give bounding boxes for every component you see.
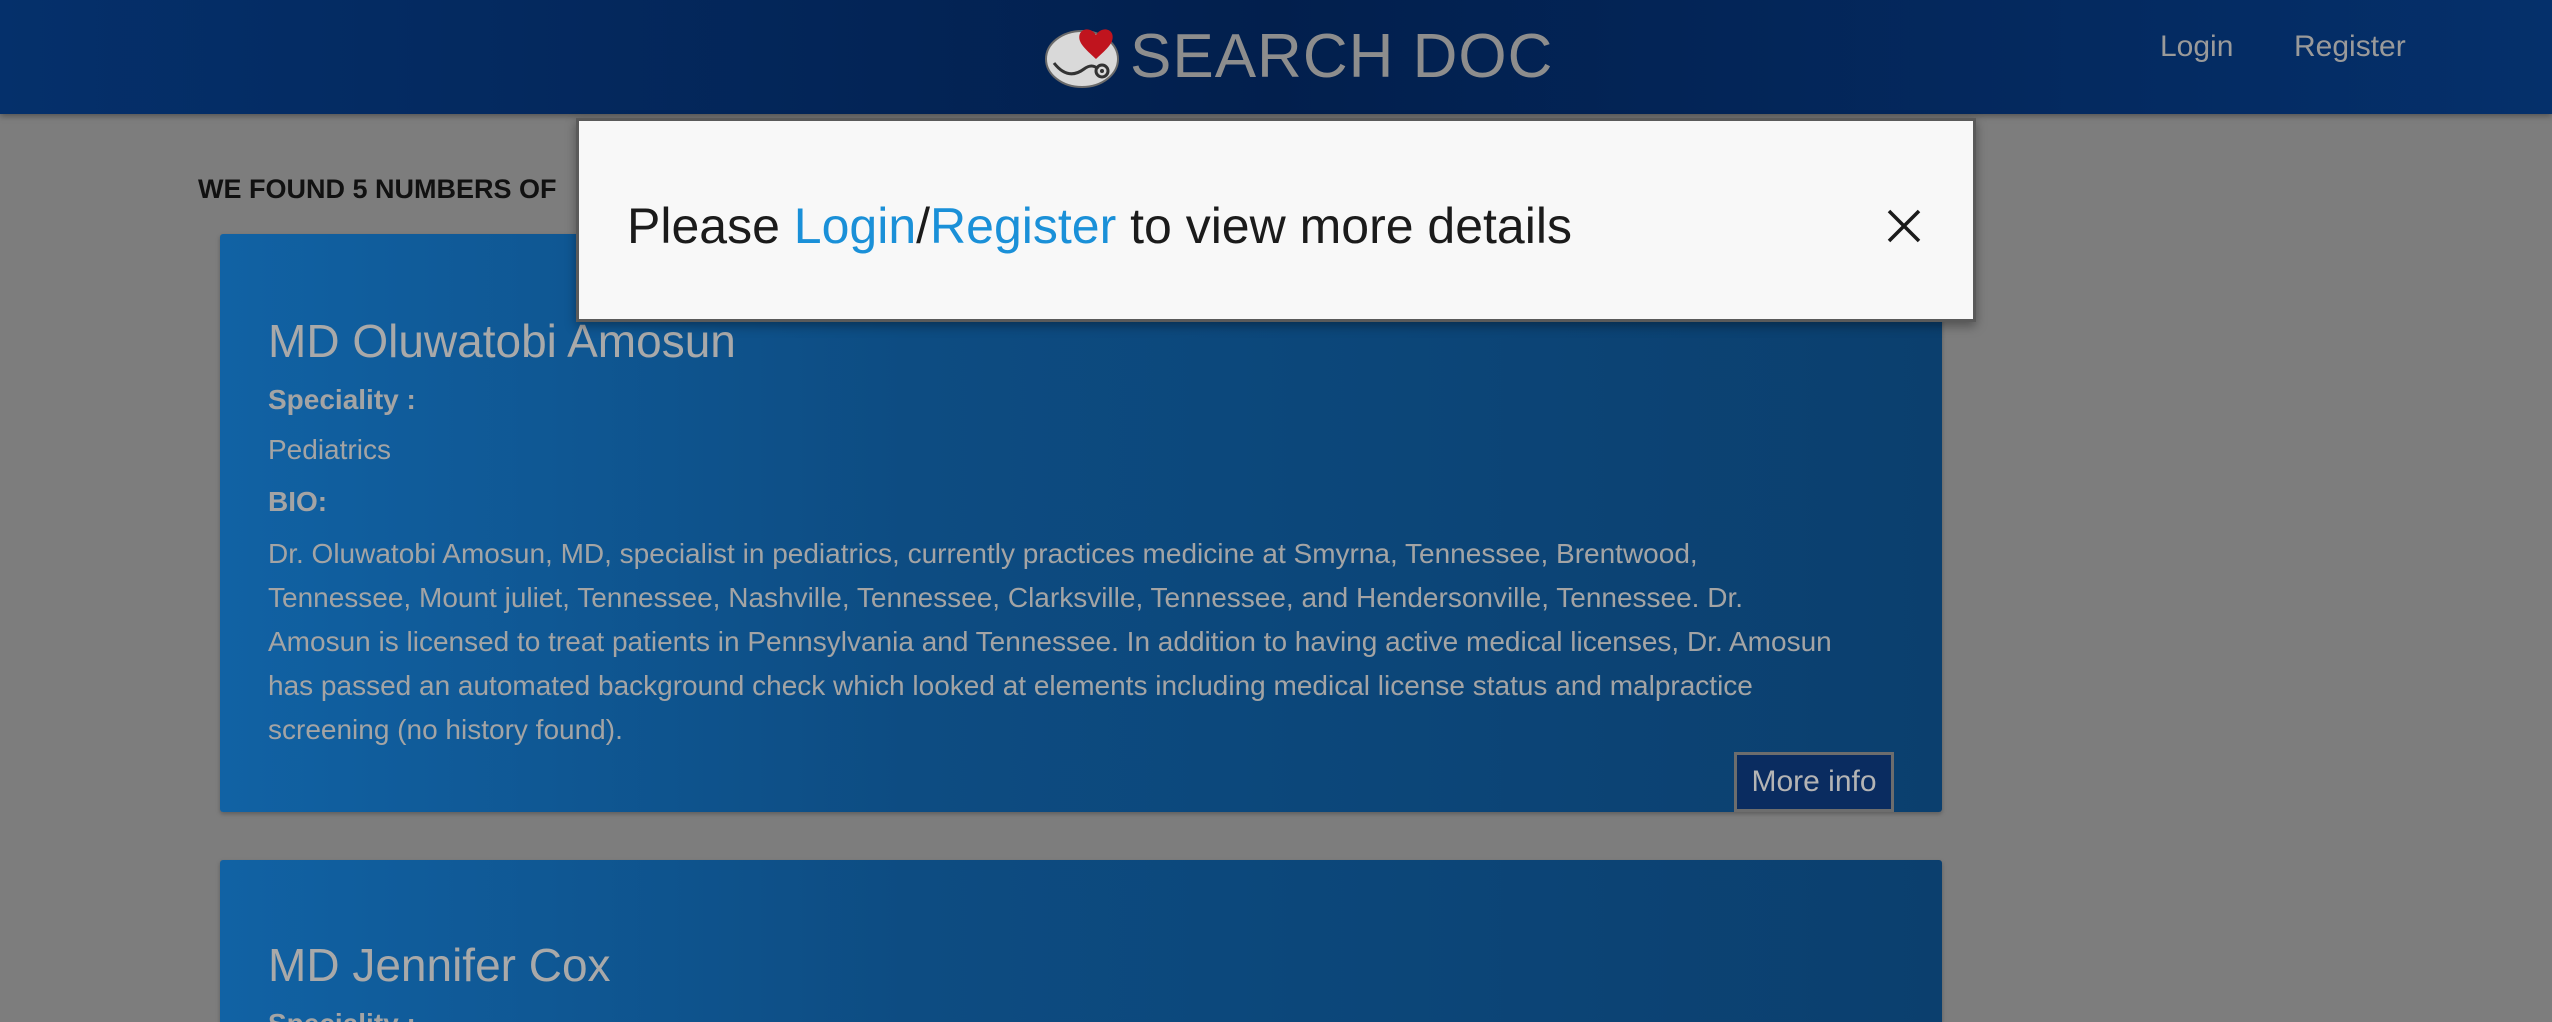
doctor-name: MD Jennifer Cox xyxy=(268,939,611,991)
more-info-button[interactable]: More info xyxy=(1734,752,1894,812)
modal-login-link[interactable]: Login xyxy=(794,198,916,254)
doctor-name: MD Oluwatobi Amosun xyxy=(268,315,736,367)
top-navbar: SEARCH DOC Login Register xyxy=(0,0,2552,114)
speciality-label: Speciality : xyxy=(268,1008,416,1022)
doctor-card: MD Jennifer Cox Speciality : xyxy=(220,860,1942,1022)
login-prompt-modal: Please Login/Register to view more detai… xyxy=(576,118,1976,322)
logo-heart-stethoscope-icon xyxy=(1045,29,1119,88)
modal-separator: / xyxy=(916,198,931,254)
modal-prefix: Please xyxy=(627,198,794,254)
modal-suffix: to view more details xyxy=(1116,198,1572,254)
bio-text: Dr. Oluwatobi Amosun, MD, specialist in … xyxy=(268,538,1832,745)
bio-label: BIO: xyxy=(268,486,328,517)
modal-message: Please Login/Register to view more detai… xyxy=(627,197,1572,255)
results-heading: WE FOUND 5 NUMBERS OF xyxy=(198,174,557,204)
nav-login-link[interactable]: Login xyxy=(2160,30,2233,64)
close-icon[interactable] xyxy=(1883,205,1925,247)
brand-title: SEARCH DOC xyxy=(1130,22,1554,91)
modal-register-link[interactable]: Register xyxy=(930,198,1116,254)
page: SEARCH DOC Login Register WE FOUND 5 NUM… xyxy=(0,0,2552,1022)
speciality-label: Speciality : xyxy=(268,384,416,415)
speciality-value: Pediatrics xyxy=(268,434,391,465)
nav-register-link[interactable]: Register xyxy=(2294,30,2406,64)
brand[interactable]: SEARCH DOC xyxy=(1044,14,1553,100)
